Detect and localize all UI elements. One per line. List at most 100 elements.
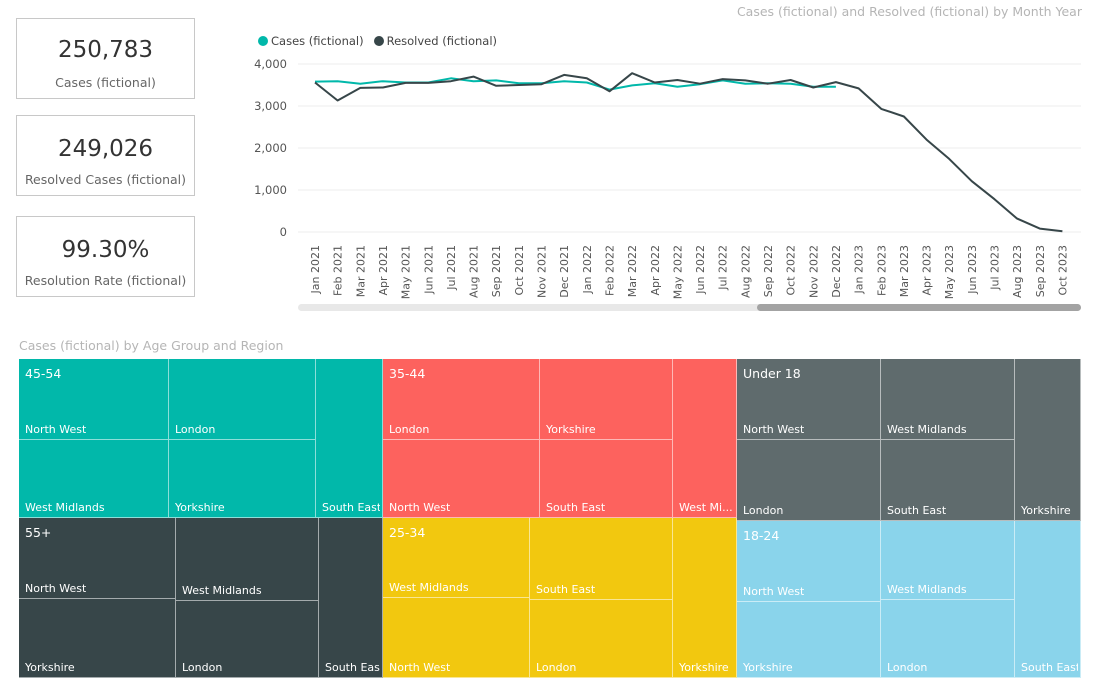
treemap-cell-label: Yorkshire <box>175 501 225 514</box>
x-tick-label: Oct 2021 <box>513 245 526 296</box>
x-tick-label: Feb 2023 <box>875 245 888 296</box>
x-tick-label: Jun 2021 <box>422 245 435 295</box>
treemap-cell[interactable]: London <box>176 601 319 678</box>
treemap-cell[interactable]: London <box>881 600 1015 678</box>
treemap-cell-label: Yorkshire <box>546 423 596 436</box>
treemap-cell[interactable]: North West <box>383 598 530 678</box>
treemap-cell[interactable]: West Midlands <box>881 359 1015 440</box>
treemap-cell-label: South East <box>322 501 380 514</box>
y-tick-label: 2,000 <box>254 141 287 155</box>
treemap-cell-label: Yorkshire <box>679 661 729 674</box>
treemap-cell-label: Yorkshire <box>1021 504 1071 517</box>
x-tick-label: Jun 2023 <box>966 245 979 295</box>
y-tick-label: 0 <box>280 225 287 239</box>
treemap-group-label: 45-54 <box>25 366 62 381</box>
x-tick-label: Jan 2022 <box>581 245 594 294</box>
treemap-group-35-44[interactable]: London Yorkshire North West South East West … <box>383 359 737 518</box>
x-tick-label: Oct 2023 <box>1056 245 1069 296</box>
treemap-cell[interactable]: North West <box>383 440 540 518</box>
treemap-cell-label: West Midlands <box>389 581 469 594</box>
chart-scrollbar-thumb[interactable] <box>757 304 1081 311</box>
treemap-cell-label: South East <box>546 501 606 514</box>
treemap-group-55-[interactable]: North West West Midlands Yorkshire London So… <box>19 518 383 678</box>
x-tick-label: Oct 2022 <box>785 245 798 296</box>
x-tick-label: Aug 2023 <box>1011 245 1024 298</box>
treemap-cell-label: North West <box>25 423 87 436</box>
treemap-cell-label: Yorkshire <box>25 661 75 674</box>
treemap-title: Cases (fictional) by Age Group and Regio… <box>19 338 284 353</box>
treemap-cell[interactable]: West Midlands <box>19 440 169 518</box>
treemap-group-18-24[interactable]: North West West Midlands Yorkshire London So… <box>737 521 1081 678</box>
x-tick-label: May 2021 <box>400 245 413 299</box>
treemap-cell-label: Yorkshire <box>743 661 793 674</box>
treemap-cell-label: North West <box>743 585 805 598</box>
treemap-cell-label: North West <box>743 423 805 436</box>
line-chart[interactable]: 0 1,000 2,000 3,000 4,000 Jan 2021 Feb 2021 Mar… <box>0 0 1110 320</box>
x-tick-label: Jun 2022 <box>694 245 707 295</box>
chart-scrollbar[interactable] <box>298 304 1081 311</box>
treemap-cell[interactable]: South East <box>540 440 673 518</box>
treemap-cell-label: South East <box>1021 661 1078 674</box>
y-tick-label: 1,000 <box>254 183 287 197</box>
treemap-cell-label: London <box>887 661 928 674</box>
x-tick-label: Mar 2021 <box>354 245 367 297</box>
y-tick-label: 3,000 <box>254 99 287 113</box>
treemap-group-label: 18-24 <box>743 528 780 543</box>
treemap-cell-label: North West <box>25 582 87 595</box>
treemap-cell-label: West Midlands <box>887 583 967 596</box>
treemap-group-label: 25-34 <box>389 525 426 540</box>
treemap-cell-label: West Mi... <box>679 501 733 514</box>
x-tick-label: Sep 2021 <box>490 245 503 297</box>
treemap-cell[interactable]: West Midlands <box>881 521 1015 600</box>
treemap-cell-label: South East <box>887 504 947 517</box>
x-tick-label: Mar 2023 <box>898 245 911 297</box>
treemap-cell[interactable]: Yorkshire <box>1015 359 1081 521</box>
x-tick-label: Feb 2022 <box>603 245 616 296</box>
series-line-resolved <box>314 72 1063 233</box>
treemap-group-45-54[interactable]: North West London West Midlands Yorkshire So… <box>19 359 383 518</box>
treemap-cell-label: North West <box>389 501 451 514</box>
treemap-cell[interactable]: Yorkshire <box>169 440 316 518</box>
treemap-cell-label: London <box>536 661 577 674</box>
x-tick-label: Apr 2021 <box>377 245 390 296</box>
treemap-cell[interactable]: South East <box>530 518 673 600</box>
treemap-cell[interactable]: West Mi... <box>673 359 737 518</box>
x-tick-label: Jul 2022 <box>717 245 730 291</box>
x-tick-label: Nov 2022 <box>807 245 820 298</box>
treemap-cell[interactable]: Yorkshire <box>540 359 673 440</box>
treemap-cell-label: London <box>175 423 216 436</box>
treemap-group-under-18[interactable]: North West West Midlands London South East Y… <box>737 359 1081 521</box>
treemap-cell[interactable]: London <box>530 600 673 678</box>
treemap-cell-label: London <box>743 504 784 517</box>
treemap-group-25-34[interactable]: West Midlands South East North West London Y… <box>383 518 737 678</box>
x-tick-label: Sep 2023 <box>1034 245 1047 297</box>
x-tick-label: Sep 2022 <box>762 245 775 297</box>
x-tick-label: Feb 2021 <box>332 245 345 296</box>
treemap-cell[interactable]: South East <box>319 518 383 678</box>
treemap-cell[interactable]: South East <box>316 359 383 518</box>
treemap-group-label: 35-44 <box>389 366 426 381</box>
x-tick-label: Jul 2023 <box>989 245 1002 291</box>
x-tick-label: Jul 2021 <box>445 245 458 291</box>
x-tick-label: Nov 2021 <box>536 245 549 298</box>
treemap-cell-label: West Midlands <box>887 423 967 436</box>
treemap-cell[interactable]: Yorkshire <box>19 599 176 678</box>
x-tick-label: Dec 2021 <box>558 245 571 298</box>
treemap-cell-label: West Midlands <box>182 584 262 597</box>
treemap-cell[interactable]: South East <box>881 440 1015 521</box>
x-tick-label: Apr 2022 <box>649 245 662 296</box>
x-tick-label: Aug 2021 <box>468 245 481 298</box>
treemap-cell[interactable]: Yorkshire <box>737 602 881 678</box>
x-tick-label: May 2022 <box>671 245 684 299</box>
treemap-cell-label: South East <box>536 583 596 596</box>
treemap-cell-label: North West <box>389 661 451 674</box>
treemap-cell[interactable]: London <box>737 440 881 521</box>
treemap-cell[interactable]: West Midlands <box>176 518 319 601</box>
treemap-cell[interactable]: Yorkshire <box>673 518 737 678</box>
treemap-group-label: Under 18 <box>743 366 801 381</box>
x-tick-label: Jan 2021 <box>309 245 322 294</box>
series-line-cases <box>314 77 836 91</box>
treemap-cell[interactable]: London <box>169 359 316 440</box>
treemap-cell[interactable]: South East <box>1015 521 1081 678</box>
x-tick-label: Aug 2022 <box>739 245 752 298</box>
